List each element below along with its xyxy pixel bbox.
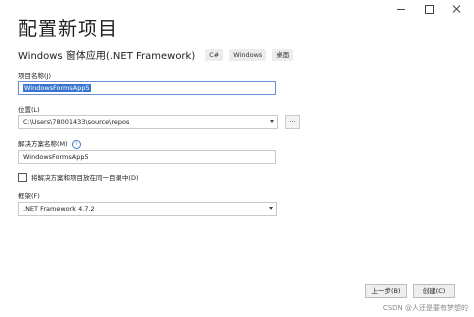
framework-dropdown[interactable]: .NET Framework 4.7.2 [18, 202, 277, 216]
back-button[interactable]: 上一步(B) [365, 284, 407, 298]
tag-type: 桌面 [272, 48, 294, 61]
project-name-label: 项目名称(J) [18, 72, 51, 80]
info-icon[interactable]: i [71, 139, 81, 149]
same-dir-label: 将解决方案和项目放在同一目录中(D) [31, 174, 139, 182]
create-button[interactable]: 创建(C) [413, 284, 455, 298]
location-value: C:\Users\78001433\source\repos [23, 118, 130, 126]
tag-language: C# [205, 48, 224, 61]
chevron-down-icon [269, 207, 273, 210]
location-dropdown[interactable]: C:\Users\78001433\source\repos [18, 115, 278, 129]
watermark: CSDN @人还是要有梦想的 [382, 304, 468, 312]
chevron-down-icon [270, 120, 274, 123]
page-title: 配置新项目 [18, 18, 119, 40]
project-name-field[interactable]: WindowsFormsApp5 [18, 81, 276, 95]
same-dir-checkbox[interactable] [18, 172, 27, 182]
tag-platform: Windows [229, 48, 267, 61]
framework-label: 框架(F) [18, 192, 40, 200]
template-name: Windows 窗体应用(.NET Framework) [18, 51, 196, 62]
framework-value: .NET Framework 4.7.2 [23, 205, 95, 213]
location-label: 位置(L) [18, 106, 40, 114]
same-dir-row: 将解决方案和项目放在同一目录中(D) [18, 172, 139, 182]
minimize-icon[interactable] [394, 4, 408, 14]
maximize-icon[interactable] [422, 4, 436, 14]
template-info: Windows 窗体应用(.NET Framework) C# Windows … [18, 47, 294, 62]
close-icon[interactable] [450, 4, 464, 14]
window-controls [394, 4, 464, 14]
solution-name-value: WindowsFormsApp5 [23, 153, 89, 161]
solution-name-label: 解决方案名称(M) [18, 140, 68, 148]
browse-button[interactable]: ... [285, 115, 300, 129]
project-name-value: WindowsFormsApp5 [23, 84, 91, 92]
solution-name-field[interactable]: WindowsFormsApp5 [18, 150, 276, 164]
solution-name-label-row: 解决方案名称(M) i [18, 138, 81, 149]
